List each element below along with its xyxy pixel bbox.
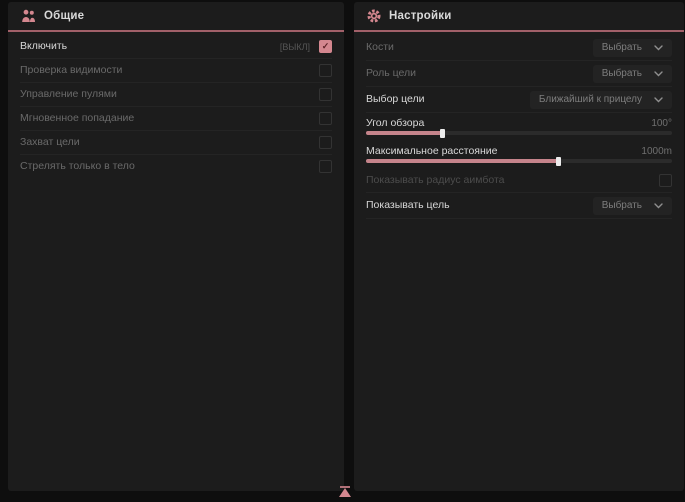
slider-fill <box>366 131 443 135</box>
option-label: Стрелять только в тело <box>20 161 135 172</box>
slider-handle[interactable] <box>440 129 445 138</box>
row-fov: Угол обзора 100° <box>366 113 672 135</box>
option-label: Проверка видимости <box>20 65 122 76</box>
target-lock-checkbox[interactable]: ✓ <box>319 136 332 149</box>
slider-value: 100° <box>651 118 672 129</box>
chevron-down-icon <box>654 45 663 51</box>
slider-fill <box>366 159 559 163</box>
fov-slider[interactable] <box>366 131 672 135</box>
bones-dropdown[interactable]: Выбрать <box>593 39 672 57</box>
target-role-dropdown[interactable]: Выбрать <box>593 65 672 83</box>
target-selection-dropdown[interactable]: Ближайший к прицелу <box>530 91 672 109</box>
max-distance-slider[interactable] <box>366 159 672 163</box>
instant-hit-checkbox[interactable]: ✓ <box>319 112 332 125</box>
row-max-distance: Максимальное расстояние 1000m <box>366 141 672 163</box>
option-label: Угол обзора <box>366 118 424 129</box>
dropdown-value: Выбрать <box>602 43 642 53</box>
option-label: Роль цели <box>366 68 416 79</box>
panel-title: Настройки <box>389 10 451 22</box>
checkmark-icon: ✓ <box>322 42 330 51</box>
gear-icon <box>367 9 381 23</box>
chevron-down-icon <box>654 71 663 77</box>
slider-handle[interactable] <box>556 157 561 166</box>
row-enable: Включить [ВЫКЛ] ✓ <box>20 35 332 59</box>
keybind-label: [ВЫКЛ] <box>280 42 310 52</box>
row-bullet-control: Управление пулями ✓ <box>20 83 332 107</box>
general-panel-header: Общие <box>8 2 344 30</box>
panel-title: Общие <box>44 10 84 22</box>
settings-panel: Настройки Кости Выбрать Роль цели Выбрат… <box>354 2 684 491</box>
row-target-selection: Выбор цели Ближайший к прицелу <box>366 87 672 113</box>
slider-value: 1000m <box>641 146 672 157</box>
option-label: Показывать радиус аимбота <box>366 175 505 186</box>
visibility-check-checkbox[interactable]: ✓ <box>319 64 332 77</box>
bullet-control-checkbox[interactable]: ✓ <box>319 88 332 101</box>
chevron-down-icon <box>654 97 663 103</box>
option-label: Кости <box>366 42 394 53</box>
row-target-role: Роль цели Выбрать <box>366 61 672 87</box>
row-visibility-check: Проверка видимости ✓ <box>20 59 332 83</box>
option-label: Максимальное расстояние <box>366 146 497 157</box>
settings-panel-header: Настройки <box>354 2 684 30</box>
option-label: Управление пулями <box>20 89 117 100</box>
option-label: Выбор цели <box>366 94 425 105</box>
row-bones: Кости Выбрать <box>366 35 672 61</box>
enable-checkbox[interactable]: ✓ <box>319 40 332 53</box>
row-show-target: Показывать цель Выбрать <box>366 193 672 219</box>
row-body-only: Стрелять только в тело ✓ <box>20 155 332 178</box>
general-panel: Общие Включить [ВЫКЛ] ✓ Проверка видимос… <box>8 2 344 491</box>
option-label: Включить <box>20 41 67 52</box>
row-instant-hit: Мгновенное попадание ✓ <box>20 107 332 131</box>
show-target-dropdown[interactable]: Выбрать <box>593 197 672 215</box>
option-label: Показывать цель <box>366 200 450 211</box>
show-aimbot-radius-checkbox[interactable]: ✓ <box>659 174 672 187</box>
users-icon <box>21 9 36 23</box>
row-target-lock: Захват цели ✓ <box>20 131 332 155</box>
dropdown-value: Ближайший к прицелу <box>539 95 642 105</box>
option-label: Захват цели <box>20 137 80 148</box>
body-only-checkbox[interactable]: ✓ <box>319 160 332 173</box>
option-label: Мгновенное попадание <box>20 113 134 124</box>
dropdown-value: Выбрать <box>602 69 642 79</box>
cursor-icon <box>339 488 351 497</box>
row-show-aimbot-radius: Показывать радиус аимбота ✓ <box>366 169 672 193</box>
dropdown-value: Выбрать <box>602 201 642 211</box>
chevron-down-icon <box>654 203 663 209</box>
